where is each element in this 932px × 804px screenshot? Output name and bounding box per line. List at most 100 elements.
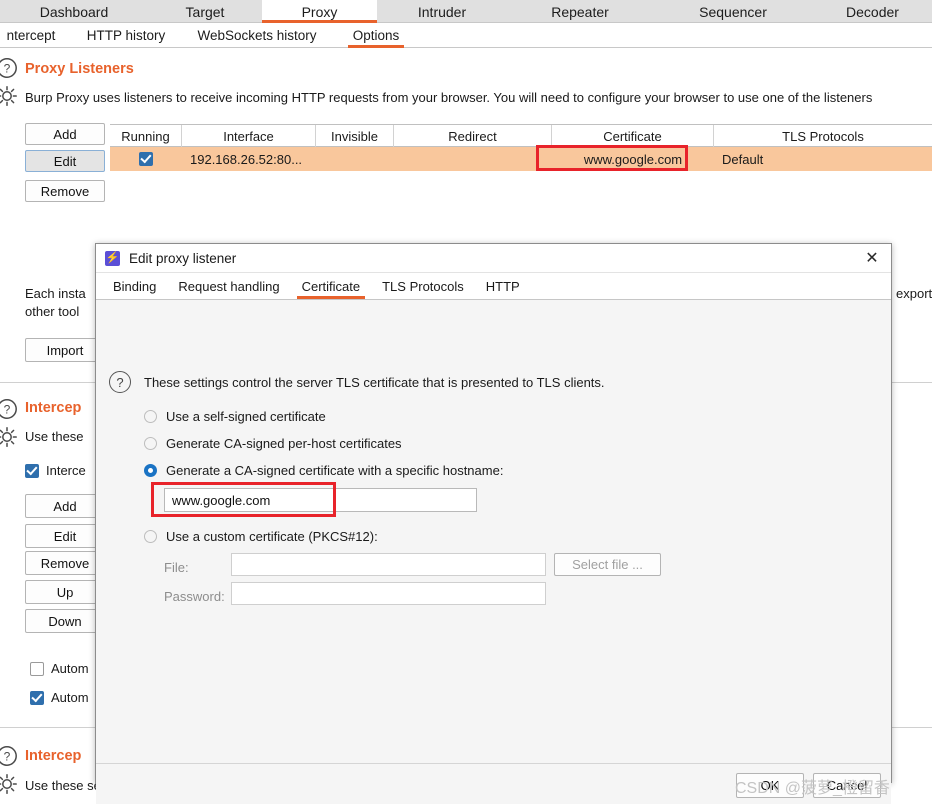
password-label: Password: [164, 589, 225, 604]
sub-tab-websockets-history-label: WebSockets history [197, 28, 317, 43]
radio-custom-certificate[interactable] [144, 530, 157, 543]
dialog-tab-http[interactable]: HTTP [475, 273, 531, 299]
remove-listener-button[interactable]: Remove [25, 180, 105, 202]
dialog-titlebar: ⚡ Edit proxy listener ✕ [96, 244, 891, 273]
gear-icon[interactable] [0, 85, 18, 107]
intercept-remove-label: Remove [40, 555, 90, 571]
dialog-tab-bar: Binding Request handling Certificate TLS… [96, 273, 891, 300]
edit-listener-label: Edit [53, 153, 77, 169]
automatic-option-1-checkbox[interactable] [30, 661, 44, 676]
intercept-requests-checkbox-row[interactable]: Interce [25, 463, 86, 478]
hostname-input[interactable]: www.google.com [164, 488, 477, 512]
cell-certificate: www.google.com [583, 151, 683, 167]
dialog-tab-binding[interactable]: Binding [102, 273, 167, 299]
intercept-down-button[interactable]: Down [25, 609, 105, 633]
main-tab-bar: Dashboard Target Proxy Intruder Repeater… [0, 0, 932, 23]
burp-lightning-icon: ⚡ [105, 250, 120, 266]
running-checkbox[interactable] [139, 152, 153, 166]
edit-proxy-listener-dialog: ⚡ Edit proxy listener ✕ Binding Request … [95, 243, 892, 804]
automatic-option-1-label: Autom [51, 661, 89, 676]
main-tab-proxy[interactable]: Proxy [262, 0, 377, 23]
select-file-button[interactable]: Select file ... [554, 553, 661, 576]
main-tab-dashboard-label: Dashboard [39, 3, 109, 20]
intercept-up-label: Up [56, 584, 74, 600]
intercept-requests-checkbox[interactable] [25, 463, 39, 478]
intercept-remove-button[interactable]: Remove [25, 551, 105, 575]
intercept-down-label: Down [48, 613, 82, 629]
intercept-up-button[interactable]: Up [25, 580, 105, 604]
option-ca-signed-specific-hostname[interactable]: Generate a CA-signed certificate with a … [144, 463, 503, 478]
main-tab-sequencer[interactable]: Sequencer [653, 0, 813, 23]
column-header-certificate[interactable]: Certificate [552, 125, 714, 147]
option-self-signed-certificate[interactable]: Use a self-signed certificate [144, 409, 326, 424]
cell-interface: 192.168.26.52:80... [190, 151, 303, 167]
table-row[interactable]: 192.168.26.52:80... www.google.com Defau… [110, 147, 932, 171]
main-tab-target[interactable]: Target [148, 0, 262, 23]
sub-tab-websockets-history[interactable]: WebSockets history [182, 23, 332, 48]
main-tab-intruder-label: Intruder [417, 3, 467, 20]
cell-redirect [394, 147, 552, 171]
column-header-invisible[interactable]: Invisible [316, 125, 394, 147]
radio-ca-signed-per-host[interactable] [144, 437, 157, 450]
svg-text:?: ? [4, 62, 11, 76]
main-tab-sequencer-label: Sequencer [699, 3, 767, 20]
main-tab-proxy-label: Proxy [301, 3, 338, 20]
radio-ca-signed-specific-hostname[interactable] [144, 464, 157, 477]
dialog-tab-certificate[interactable]: Certificate [291, 273, 372, 299]
option-custom-certificate[interactable]: Use a custom certificate (PKCS#12): [144, 529, 378, 544]
cell-tls-protocols: Default [722, 151, 764, 167]
main-tab-intruder[interactable]: Intruder [377, 0, 507, 23]
automatic-option-2-checkbox[interactable] [30, 690, 44, 705]
sub-tab-http-history[interactable]: HTTP history [74, 23, 178, 48]
intercept-requests-label: Interce [46, 463, 86, 478]
automatic-option-2-row[interactable]: Autom [30, 690, 89, 705]
option-ca-signed-specific-hostname-label: Generate a CA-signed certificate with a … [166, 463, 504, 478]
edit-listener-button[interactable]: Edit [25, 150, 105, 172]
help-icon-intercept[interactable]: ? [0, 398, 18, 420]
dialog-title: Edit proxy listener [129, 250, 237, 266]
proxy-listeners-description: Burp Proxy uses listeners to receive inc… [25, 90, 873, 105]
proxy-listeners-heading: Proxy Listeners [25, 61, 134, 77]
close-icon[interactable]: ✕ [859, 246, 885, 270]
radio-self-signed-certificate[interactable] [144, 410, 157, 423]
column-header-redirect[interactable]: Redirect [394, 125, 552, 147]
add-listener-button[interactable]: Add [25, 123, 105, 145]
option-custom-certificate-label: Use a custom certificate (PKCS#12): [166, 529, 378, 544]
automatic-option-2-label: Autom [51, 690, 89, 705]
add-listener-label: Add [53, 126, 77, 142]
help-icon-responses[interactable]: ? [0, 745, 18, 767]
automatic-option-1-row[interactable]: Autom [30, 661, 89, 676]
option-ca-signed-per-host-label: Generate CA-signed per-host certificates [166, 436, 402, 451]
sub-tab-intercept-label: ntercept [6, 28, 56, 43]
dialog-tab-request-handling[interactable]: Request handling [167, 273, 290, 299]
option-self-signed-certificate-label: Use a self-signed certificate [166, 409, 326, 424]
intercept-add-button[interactable]: Add [25, 494, 105, 518]
main-tab-decoder[interactable]: Decoder [813, 0, 932, 23]
sub-tab-intercept[interactable]: ntercept [0, 23, 66, 48]
column-header-tls-protocols[interactable]: TLS Protocols [714, 125, 932, 147]
column-header-interface[interactable]: Interface [182, 125, 316, 147]
burp-suite-window: Dashboard Target Proxy Intruder Repeater… [0, 0, 932, 804]
column-header-running[interactable]: Running [110, 125, 182, 147]
help-icon[interactable]: ? [0, 57, 18, 79]
dialog-tab-tls-protocols[interactable]: TLS Protocols [371, 273, 475, 299]
file-input[interactable] [231, 553, 546, 576]
dialog-help-icon[interactable]: ? [109, 371, 131, 393]
file-label: File: [164, 560, 189, 575]
intercept-edit-button[interactable]: Edit [25, 524, 105, 548]
sub-tab-http-history-label: HTTP history [86, 28, 166, 43]
svg-text:?: ? [4, 750, 11, 764]
cell-running[interactable] [110, 147, 182, 171]
gear-icon-intercept[interactable] [0, 426, 18, 448]
main-tab-dashboard[interactable]: Dashboard [0, 0, 148, 23]
option-ca-signed-per-host[interactable]: Generate CA-signed per-host certificates [144, 436, 402, 451]
password-input[interactable] [231, 582, 546, 605]
main-tab-target-label: Target [185, 3, 225, 20]
gear-icon-responses[interactable] [0, 773, 18, 795]
sub-tab-options[interactable]: Options [342, 23, 410, 48]
import-export-ca-button[interactable]: Import [25, 338, 105, 362]
dialog-tab-certificate-label: Certificate [301, 278, 361, 294]
proxy-sub-tab-bar: ntercept HTTP history WebSockets history… [0, 23, 932, 48]
main-tab-repeater[interactable]: Repeater [507, 0, 653, 23]
select-file-button-label: Select file ... [572, 557, 643, 572]
